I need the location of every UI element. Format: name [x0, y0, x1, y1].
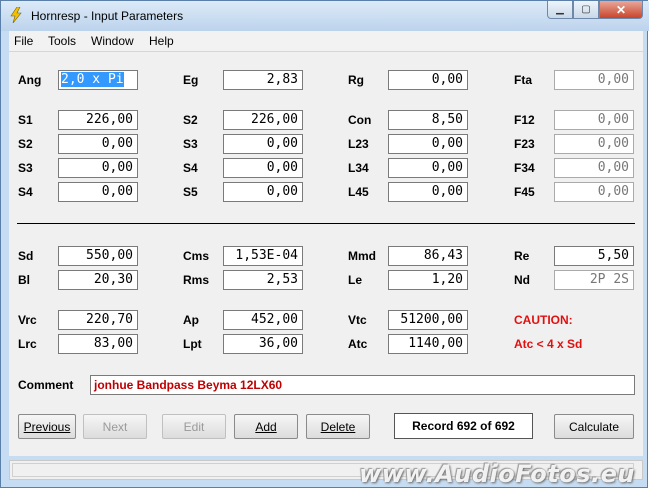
label-lrc: Lrc	[18, 337, 37, 351]
field-l45[interactable]: 0,00	[388, 182, 468, 202]
field-nd[interactable]: 2P 2S	[554, 270, 634, 290]
label-lpt: Lpt	[183, 337, 202, 351]
field-cms[interactable]: 1,53E-04	[223, 246, 303, 266]
title-bar[interactable]: Hornresp - Input Parameters ▁ ▢ ✕	[1, 1, 649, 31]
caution-title: CAUTION:	[514, 313, 573, 327]
label-le: Le	[348, 273, 363, 287]
calculate-button[interactable]: Calculate	[554, 414, 634, 439]
label-f23: F23	[514, 137, 535, 151]
label-ang: Ang	[18, 73, 42, 87]
label-bl: Bl	[18, 273, 30, 287]
field-s2-left[interactable]: 0,00	[58, 134, 138, 154]
main-window: Hornresp - Input Parameters ▁ ▢ ✕ File T…	[0, 0, 649, 488]
add-button[interactable]: Add	[234, 414, 298, 439]
label-rms: Rms	[183, 273, 210, 287]
field-ap[interactable]: 452,00	[223, 310, 303, 330]
field-ang[interactable]: 2,0 x Pi	[58, 70, 138, 90]
label-re: Re	[514, 249, 530, 263]
label-ap: Ap	[183, 313, 199, 327]
menu-bar: File Tools Window Help	[9, 31, 643, 52]
field-lpt[interactable]: 36,00	[223, 334, 303, 354]
field-vtc[interactable]: 51200,00	[388, 310, 468, 330]
field-f23[interactable]: 0,00	[554, 134, 634, 154]
field-le[interactable]: 1,20	[388, 270, 468, 290]
watermark: www.AudioFotos.eu	[359, 460, 635, 488]
field-l34[interactable]: 0,00	[388, 158, 468, 178]
field-s1[interactable]: 226,00	[58, 110, 138, 130]
label-s2-left: S2	[18, 137, 33, 151]
field-rg[interactable]: 0,00	[388, 70, 468, 90]
field-re[interactable]: 5,50	[554, 246, 634, 266]
field-vrc[interactable]: 220,70	[58, 310, 138, 330]
caution-message: Atc < 4 x Sd	[514, 337, 583, 351]
field-lrc[interactable]: 83,00	[58, 334, 138, 354]
menu-file[interactable]: File	[14, 34, 33, 48]
field-bl[interactable]: 20,30	[58, 270, 138, 290]
field-s3[interactable]: 0,00	[223, 134, 303, 154]
label-atc: Atc	[348, 337, 368, 351]
label-f12: F12	[514, 113, 535, 127]
field-eg[interactable]: 2,83	[223, 70, 303, 90]
label-s5: S5	[183, 185, 198, 199]
label-mmd: Mmd	[348, 249, 376, 263]
section-divider	[17, 223, 635, 224]
label-s4-left: S4	[18, 185, 33, 199]
field-fta[interactable]: 0,00	[554, 70, 634, 90]
maximize-icon[interactable]: ▢	[573, 1, 599, 19]
label-s1: S1	[18, 113, 33, 127]
menu-tools[interactable]: Tools	[48, 34, 76, 48]
label-fta: Fta	[514, 73, 532, 87]
window-title: Hornresp - Input Parameters	[31, 9, 184, 23]
label-s2: S2	[183, 113, 198, 127]
label-l45: L45	[348, 185, 369, 199]
lightning-bolt-icon	[10, 7, 22, 23]
delete-button[interactable]: Delete	[306, 414, 370, 439]
record-indicator: Record 692 of 692	[394, 413, 533, 439]
label-rg: Rg	[348, 73, 364, 87]
label-eg: Eg	[183, 73, 199, 87]
next-button[interactable]: Next	[83, 414, 147, 439]
label-sd: Sd	[18, 249, 34, 263]
close-icon[interactable]: ✕	[599, 1, 643, 19]
parameter-panel: Ang 2,0 x Pi Eg 2,83 Rg 0,00 Fta 0,00 S1…	[9, 52, 643, 456]
field-f34[interactable]: 0,00	[554, 158, 634, 178]
window-controls: ▁ ▢ ✕	[547, 1, 643, 21]
field-s3-left[interactable]: 0,00	[58, 158, 138, 178]
field-s5[interactable]: 0,00	[223, 182, 303, 202]
field-s2[interactable]: 226,00	[223, 110, 303, 130]
field-atc[interactable]: 1140,00	[388, 334, 468, 354]
label-cms: Cms	[183, 249, 210, 263]
field-f45[interactable]: 0,00	[554, 182, 634, 202]
label-nd: Nd	[514, 273, 530, 287]
field-l23[interactable]: 0,00	[388, 134, 468, 154]
previous-button[interactable]: Previous	[18, 414, 76, 439]
label-s3: S3	[183, 137, 198, 151]
label-f45: F45	[514, 185, 535, 199]
menu-window[interactable]: Window	[91, 34, 134, 48]
comment-field[interactable]: jonhue Bandpass Beyma 12LX60	[90, 375, 635, 395]
label-l34: L34	[348, 161, 369, 175]
field-sd[interactable]: 550,00	[58, 246, 138, 266]
label-s3-left: S3	[18, 161, 33, 175]
field-rms[interactable]: 2,53	[223, 270, 303, 290]
label-vrc: Vrc	[18, 313, 37, 327]
label-s4: S4	[183, 161, 198, 175]
minimize-icon[interactable]: ▁	[547, 1, 573, 19]
field-con[interactable]: 8,50	[388, 110, 468, 130]
field-s4-left[interactable]: 0,00	[58, 182, 138, 202]
edit-button[interactable]: Edit	[162, 414, 226, 439]
label-con: Con	[348, 113, 372, 127]
field-mmd[interactable]: 86,43	[388, 246, 468, 266]
label-f34: F34	[514, 161, 535, 175]
label-l23: L23	[348, 137, 369, 151]
menu-help[interactable]: Help	[149, 34, 174, 48]
label-vtc: Vtc	[348, 313, 367, 327]
field-f12[interactable]: 0,00	[554, 110, 634, 130]
comment-label: Comment	[18, 378, 74, 392]
field-s4[interactable]: 0,00	[223, 158, 303, 178]
